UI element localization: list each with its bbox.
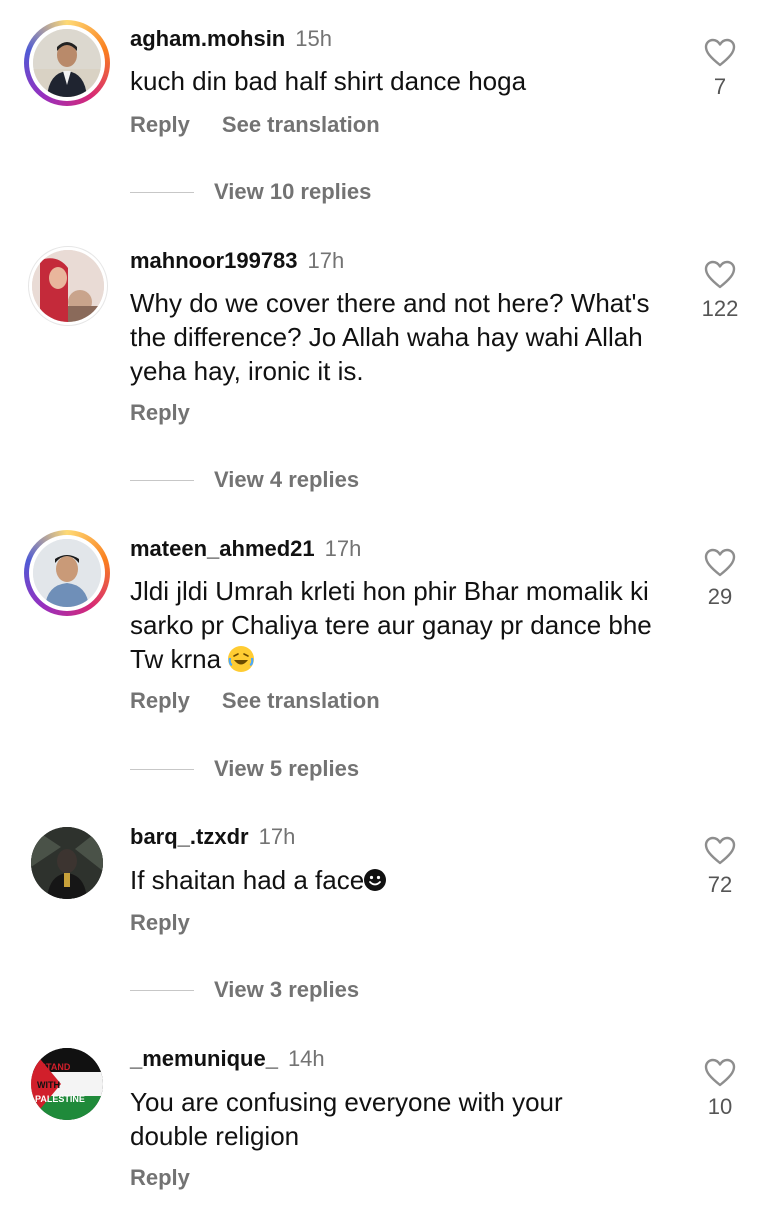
view-replies-label[interactable]: View 4 replies [214, 465, 359, 495]
reply-button[interactable]: Reply [130, 1165, 190, 1190]
see-translation-button[interactable]: See translation [222, 112, 380, 137]
like-button[interactable]: 29 [696, 548, 744, 610]
like-count: 72 [707, 872, 733, 897]
palestine-flag-avatar: I STAND WITH PALESTINE [31, 1048, 103, 1120]
divider-line [130, 192, 194, 193]
like-button[interactable]: 10 [696, 1058, 744, 1120]
comment-text: If shaitan had a face [130, 863, 690, 897]
profile-photo [32, 250, 104, 322]
comment-text: Jldi jldi Umrah krleti hon phir Bhar mom… [130, 574, 690, 676]
reply-button[interactable]: Reply [130, 688, 190, 713]
divider-line [130, 480, 194, 481]
like-count: 7 [713, 74, 727, 99]
like-count: 29 [707, 584, 733, 609]
reply-button[interactable]: Reply [130, 112, 190, 137]
comment-text: kuch din bad half shirt dance hoga [130, 66, 527, 96]
like-button[interactable]: 7 [696, 38, 744, 100]
comment-username[interactable]: barq_.tzxdr [130, 824, 249, 849]
avatar[interactable]: I STAND WITH PALESTINE [24, 1041, 110, 1127]
reply-button[interactable]: Reply [130, 910, 190, 935]
avatar[interactable] [24, 242, 110, 328]
heart-outline-icon[interactable] [704, 548, 736, 578]
comment-time: 17h [307, 248, 345, 273]
comment-text-content: If shaitan had a face [130, 865, 365, 895]
divider-line [130, 990, 194, 991]
comment-time: 17h [324, 536, 362, 561]
comment-time: 15h [295, 26, 332, 51]
comment-time: 17h [258, 824, 296, 849]
profile-photo [33, 29, 101, 97]
like-count: 10 [707, 1094, 733, 1119]
comment-time: 14h [287, 1046, 325, 1071]
smiling-face-icon [364, 869, 387, 891]
heart-outline-icon[interactable] [704, 260, 736, 290]
comment-text-content: Jldi jldi Umrah krleti hon phir Bhar mom… [130, 576, 652, 674]
heart-outline-icon[interactable] [704, 1058, 736, 1088]
comment-text: Why do we cover there and not here? What… [130, 288, 650, 386]
view-replies-label[interactable]: View 10 replies [214, 177, 371, 207]
profile-photo [33, 539, 101, 607]
laughing-emoji-icon [228, 646, 255, 672]
like-button[interactable]: 72 [696, 836, 744, 898]
svg-text:I STAND: I STAND [35, 1062, 71, 1072]
comment-username[interactable]: agham.mohsin [130, 26, 285, 51]
avatar[interactable] [24, 20, 110, 106]
like-count: 122 [701, 296, 739, 321]
comment-username[interactable]: mahnoor199783 [130, 248, 298, 273]
heart-outline-icon[interactable] [704, 38, 736, 68]
svg-text:WITH: WITH [37, 1080, 60, 1090]
profile-photo [31, 827, 103, 899]
reply-button[interactable]: Reply [130, 400, 190, 425]
view-replies-label[interactable]: View 5 replies [214, 754, 359, 784]
see-translation-button[interactable]: See translation [222, 688, 380, 713]
view-replies-label[interactable]: View 3 replies [214, 975, 359, 1005]
avatar[interactable] [24, 820, 110, 906]
heart-outline-icon[interactable] [704, 836, 736, 866]
svg-text:PALESTINE: PALESTINE [35, 1094, 85, 1104]
comment-text: You are confusing everyone with your dou… [130, 1087, 563, 1151]
avatar[interactable] [24, 530, 110, 616]
divider-line [130, 769, 194, 770]
comment-username[interactable]: _memunique_ [130, 1046, 278, 1071]
like-button[interactable]: 122 [696, 260, 744, 322]
comment-username[interactable]: mateen_ahmed21 [130, 536, 315, 561]
